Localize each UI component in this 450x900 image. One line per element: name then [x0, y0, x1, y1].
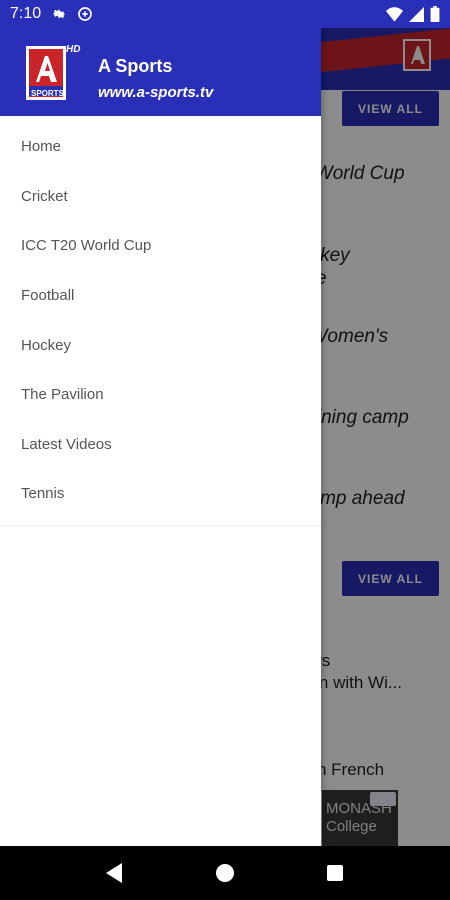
drawer-app-name: A Sports	[98, 56, 173, 76]
settings-icon	[53, 9, 66, 19]
battery-icon	[430, 6, 440, 22]
menu-item-football[interactable]: Football	[0, 271, 321, 321]
data-saver-icon	[78, 7, 92, 21]
menu-item-hockey[interactable]: Hockey	[0, 320, 321, 370]
recents-icon	[327, 865, 343, 881]
logo-hd-badge: HD	[66, 44, 81, 55]
drawer-menu: Home Cricket ICC T20 World Cup Football …	[0, 116, 321, 519]
menu-item-tennis[interactable]: Tennis	[0, 469, 321, 519]
menu-divider	[0, 524, 321, 526]
system-navigation-bar	[0, 846, 450, 900]
status-time: 7:10	[10, 5, 42, 22]
recents-button[interactable]	[315, 853, 355, 893]
menu-item-icc-t20-world-cup[interactable]: ICC T20 World Cup	[0, 221, 321, 271]
status-bar: 7:10	[0, 0, 450, 28]
back-icon	[106, 863, 122, 883]
app-screen: 7:10 VIEW ALL y World Cup ockeyote l Wom…	[0, 0, 450, 900]
drawer-header: SPORTS HD A Sports www.a-sports.tv	[0, 28, 321, 116]
drawer-website[interactable]: www.a-sports.tv	[98, 84, 213, 101]
menu-item-latest-videos[interactable]: Latest Videos	[0, 420, 321, 470]
home-button[interactable]	[205, 853, 245, 893]
signal-icon	[409, 6, 424, 22]
wifi-icon	[386, 6, 403, 22]
menu-item-the-pavilion[interactable]: The Pavilion	[0, 370, 321, 420]
home-icon	[216, 864, 234, 882]
menu-item-cricket[interactable]: Cricket	[0, 172, 321, 222]
menu-item-home[interactable]: Home	[0, 122, 321, 172]
navigation-drawer: SPORTS HD A Sports www.a-sports.tv Home …	[0, 28, 321, 846]
back-button[interactable]	[95, 853, 135, 893]
logo-caption: SPORTS	[31, 89, 64, 98]
